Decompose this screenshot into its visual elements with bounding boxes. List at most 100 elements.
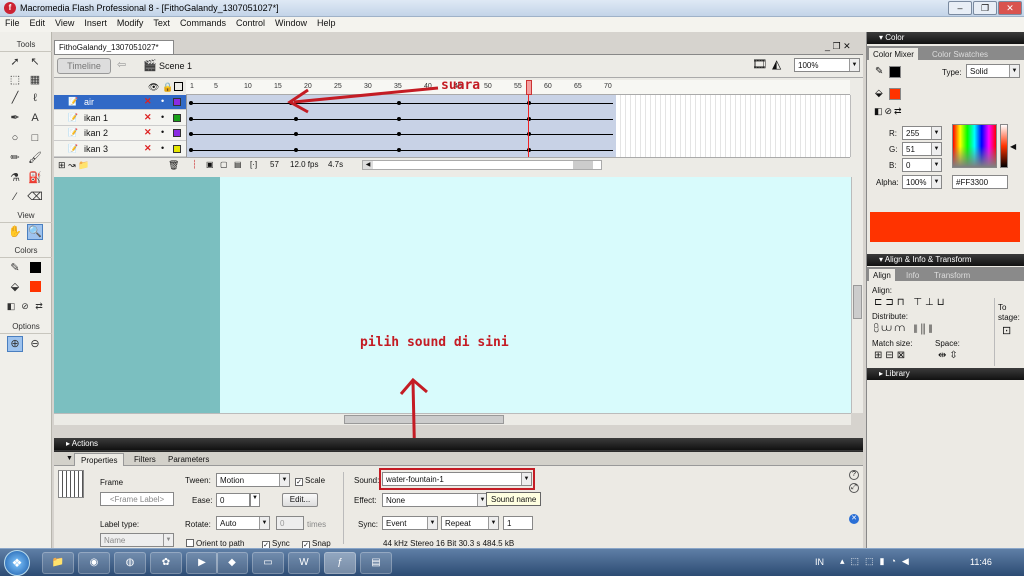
- g-input[interactable]: 51 ▼: [902, 142, 942, 156]
- stage-vscroll-thumb[interactable]: [853, 285, 862, 319]
- zoom-out-icon[interactable]: ⊖: [27, 336, 43, 352]
- library-panel-header[interactable]: ▸ Library: [867, 368, 1024, 380]
- orient-checkbox[interactable]: Orient to path: [186, 539, 244, 548]
- empty-frames[interactable]: [616, 95, 850, 157]
- match-size-icons[interactable]: ⊞⊟⊠: [874, 350, 908, 361]
- delete-layer-icon[interactable]: 🗑: [168, 160, 179, 171]
- eyedropper-icon[interactable]: ⁄: [7, 189, 23, 205]
- stage[interactable]: [220, 177, 851, 413]
- chrome-icon[interactable]: ◉: [78, 552, 110, 574]
- actions-panel-header[interactable]: ▸ Actions: [54, 438, 863, 450]
- hide-layer-icon[interactable]: ✕: [144, 143, 152, 154]
- b-input[interactable]: 0 ▼: [902, 158, 942, 172]
- motion-guide-icon[interactable]: ↝: [68, 160, 76, 170]
- tab-properties[interactable]: Properties: [74, 453, 125, 466]
- presentation-icon[interactable]: ▤: [360, 552, 392, 574]
- layer-row[interactable]: 📝 air ✕ •: [54, 95, 186, 110]
- oval-tool-icon[interactable]: ○: [7, 130, 23, 146]
- back-arrow-icon[interactable]: ⇦: [117, 58, 126, 71]
- menu-file[interactable]: File: [0, 17, 25, 28]
- scale-checkbox[interactable]: ✓ Scale: [295, 476, 325, 486]
- hex-input[interactable]: #FF3300: [952, 175, 1008, 189]
- tab-filters[interactable]: Filters: [128, 453, 162, 466]
- fill-transform-icon[interactable]: ▦: [27, 72, 43, 88]
- type-dropdown[interactable]: Solid ▼: [966, 64, 1020, 78]
- keyframe[interactable]: [397, 147, 401, 152]
- free-transform-icon[interactable]: ⬚: [7, 72, 23, 88]
- r-input[interactable]: 255 ▼: [902, 126, 942, 140]
- timeline-vscroll[interactable]: [850, 95, 862, 157]
- menu-window[interactable]: Window: [270, 17, 312, 28]
- menu-modify[interactable]: Modify: [112, 17, 149, 28]
- stroke-swatch[interactable]: [889, 66, 901, 78]
- rotate-dropdown[interactable]: Auto ▼: [216, 516, 270, 530]
- fill-color-icon[interactable]: ⬙: [7, 279, 23, 295]
- text-tool-icon[interactable]: A: [27, 110, 43, 126]
- flash-taskbar-icon[interactable]: ƒ: [324, 552, 356, 574]
- hide-layer-icon[interactable]: ✕: [144, 112, 152, 123]
- eraser-icon[interactable]: ⌫: [27, 189, 43, 205]
- window-icon[interactable]: ▭: [252, 552, 284, 574]
- player-icon[interactable]: ◆: [216, 552, 248, 574]
- menu-commands[interactable]: Commands: [175, 17, 231, 28]
- menu-help[interactable]: Help: [312, 17, 341, 28]
- tab-color-mixer[interactable]: Color Mixer: [869, 48, 918, 60]
- menu-edit[interactable]: Edit: [25, 17, 51, 28]
- center-frame-icon[interactable]: ┆: [192, 160, 197, 169]
- tab-align[interactable]: Align: [869, 269, 895, 281]
- to-stage-icon[interactable]: ⊡: [1002, 324, 1011, 337]
- layer-row[interactable]: 📝 ikan 1 ✕ •: [54, 111, 186, 126]
- rotate-times-input[interactable]: 0: [276, 516, 304, 530]
- onion-skin-icon[interactable]: ▣: [206, 160, 214, 169]
- stage-vscroll[interactable]: [851, 177, 863, 413]
- keyframe[interactable]: [189, 147, 193, 152]
- edit-sound-icon[interactable]: ✕: [849, 514, 859, 524]
- ease-input[interactable]: 0: [216, 493, 250, 507]
- tab-parameters[interactable]: Parameters: [162, 453, 215, 466]
- media-icon[interactable]: ✿: [150, 552, 182, 574]
- align-panel-header[interactable]: ▾ Align & Info & Transform: [867, 254, 1024, 266]
- edit-symbols-icon[interactable]: ◭: [772, 57, 781, 71]
- frame-rate[interactable]: 12.0 fps: [290, 160, 318, 169]
- zoom-tool-icon[interactable]: 🔍: [27, 224, 43, 240]
- lock-dot-icon[interactable]: •: [161, 143, 164, 153]
- layer-row[interactable]: 📝 ikan 2 ✕ •: [54, 126, 186, 141]
- sound-dropdown[interactable]: water-fountain-1 ▼: [382, 472, 532, 486]
- lasso-tool-icon[interactable]: ℓ: [27, 90, 43, 106]
- menu-insert[interactable]: Insert: [79, 17, 112, 28]
- lock-icon[interactable]: 🔒: [162, 82, 173, 93]
- expand-icon[interactable]: ⤢: [849, 483, 859, 493]
- keyframe[interactable]: [397, 116, 401, 121]
- start-button[interactable]: ❖: [4, 550, 30, 576]
- scroll-thumb[interactable]: [573, 161, 593, 169]
- layer-color-swatch[interactable]: [173, 144, 181, 153]
- explorer-icon[interactable]: 📁: [42, 552, 74, 574]
- repeat-dropdown[interactable]: Repeat ▼: [441, 516, 499, 530]
- distribute-icons[interactable]: ⩉⩊⩋ ⫴⫼⫴: [874, 323, 936, 334]
- layer-color-swatch[interactable]: [173, 98, 181, 106]
- language-indicator[interactable]: IN: [815, 557, 824, 567]
- hide-layer-icon[interactable]: ✕: [144, 127, 152, 138]
- color-spectrum[interactable]: [952, 124, 997, 168]
- color-panel-header[interactable]: ▾ Color: [867, 32, 1024, 44]
- insert-layer-icon[interactable]: ⊞: [58, 160, 66, 170]
- alpha-input[interactable]: 100% ▼: [902, 175, 942, 189]
- repeat-count-input[interactable]: 1: [503, 516, 533, 530]
- keyframe[interactable]: [189, 101, 193, 105]
- stage-hscroll[interactable]: [54, 413, 851, 425]
- fill-swatch[interactable]: [889, 88, 901, 100]
- word-icon[interactable]: W: [288, 552, 320, 574]
- keyframe[interactable]: [294, 147, 298, 152]
- sync-dropdown[interactable]: Event ▼: [382, 516, 438, 530]
- tab-color-swatches[interactable]: Color Swatches: [928, 48, 992, 60]
- playhead[interactable]: [526, 80, 532, 95]
- timeline-button[interactable]: Timeline: [57, 58, 111, 74]
- line-tool-icon[interactable]: ╱: [7, 90, 23, 106]
- firefox-icon[interactable]: ◍: [114, 552, 146, 574]
- scroll-left-icon[interactable]: ◀: [363, 161, 373, 169]
- edit-button[interactable]: Edit...: [282, 493, 318, 507]
- edit-scene-icon[interactable]: 🎞: [752, 57, 767, 71]
- hand-tool-icon[interactable]: ✋: [7, 224, 23, 240]
- effect-dropdown[interactable]: None ▼: [382, 493, 488, 507]
- doc-window-controls[interactable]: _ ❐ ✕: [825, 41, 851, 52]
